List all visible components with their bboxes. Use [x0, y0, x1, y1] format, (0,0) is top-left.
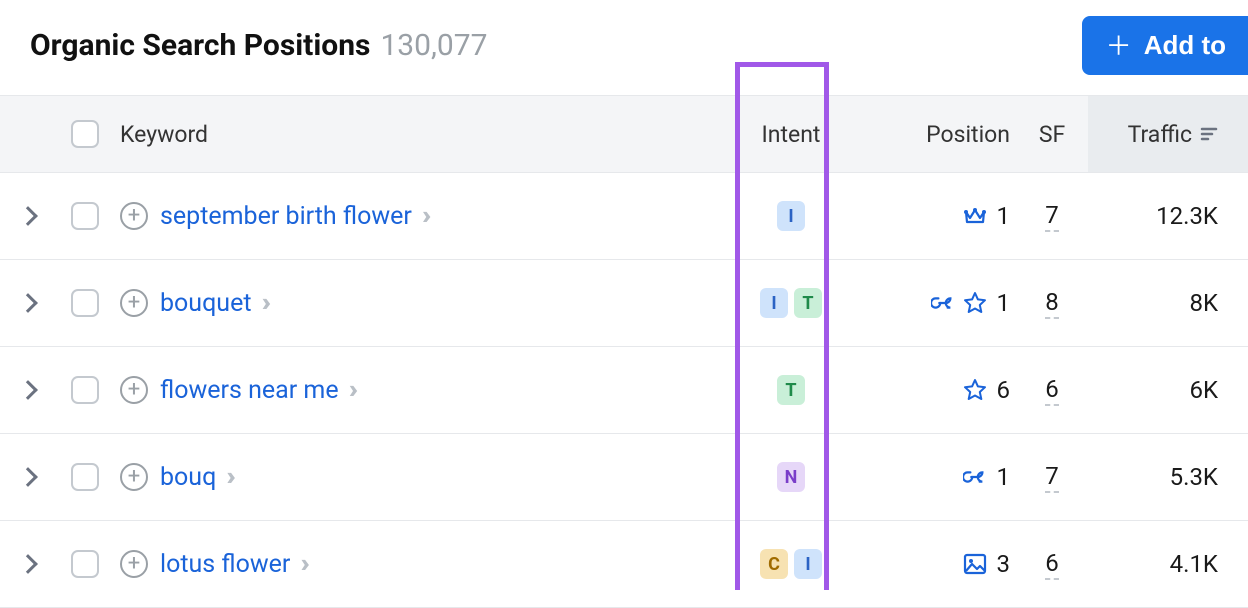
crown-icon[interactable]: [963, 204, 987, 228]
image-icon[interactable]: [963, 552, 987, 576]
plus-icon: ＋: [1106, 33, 1132, 59]
sf-value[interactable]: 6: [1045, 549, 1059, 580]
traffic-value: 4.1K: [1170, 550, 1218, 578]
keyword-menu-icon[interactable]: ››: [349, 375, 353, 405]
intent-badge-i[interactable]: I: [777, 201, 805, 231]
keyword-link[interactable]: bouq: [160, 463, 216, 492]
keyword-menu-icon[interactable]: ››: [422, 201, 426, 231]
intent-badge-t[interactable]: T: [777, 375, 805, 405]
add-keyword-icon[interactable]: +: [120, 376, 148, 404]
select-all-checkbox[interactable]: [71, 120, 99, 148]
traffic-value: 5.3K: [1170, 463, 1218, 491]
column-intent[interactable]: Intent: [736, 121, 846, 148]
column-traffic[interactable]: Traffic: [1088, 96, 1248, 172]
keyword-link[interactable]: lotus flower: [160, 550, 290, 579]
intent-badge-c[interactable]: C: [760, 549, 788, 579]
expand-row-icon[interactable]: [18, 467, 38, 487]
add-keyword-icon[interactable]: +: [120, 289, 148, 317]
page-title: Organic Search Positions: [30, 28, 370, 63]
sf-value[interactable]: 7: [1045, 462, 1059, 493]
sf-value[interactable]: 6: [1045, 375, 1059, 406]
keyword-menu-icon[interactable]: ››: [300, 549, 304, 579]
positions-table: Keyword Intent Position SF Traffic + sep…: [0, 95, 1248, 608]
traffic-value: 8K: [1189, 289, 1218, 317]
position-value: 6: [997, 376, 1011, 404]
column-sf[interactable]: SF: [1016, 121, 1088, 148]
page-title-wrap: Organic Search Positions 130,077: [30, 28, 488, 63]
star-icon[interactable]: [963, 378, 987, 402]
traffic-value: 12.3K: [1156, 202, 1218, 230]
serp-feature-icons: [963, 204, 987, 228]
intent-badges: N: [777, 462, 805, 492]
table-row: + bouquet ›› IT 1 8 8K: [0, 260, 1248, 347]
add-to-button[interactable]: ＋ Add to: [1082, 16, 1248, 75]
sf-value[interactable]: 7: [1045, 201, 1059, 232]
expand-row-icon[interactable]: [18, 380, 38, 400]
add-keyword-icon[interactable]: +: [120, 202, 148, 230]
column-position[interactable]: Position: [846, 121, 1016, 148]
intent-badge-n[interactable]: N: [777, 462, 805, 492]
traffic-value: 6K: [1189, 376, 1218, 404]
position-value: 1: [997, 463, 1011, 491]
link-icon[interactable]: [931, 291, 955, 315]
table-row: + bouq ›› N 1 7 5.3K: [0, 434, 1248, 521]
intent-badge-i[interactable]: I: [794, 549, 822, 579]
intent-badges: T: [777, 375, 805, 405]
expand-row-icon[interactable]: [18, 206, 38, 226]
keyword-link[interactable]: flowers near me: [160, 376, 339, 405]
position-value: 3: [997, 550, 1011, 578]
star-icon[interactable]: [963, 291, 987, 315]
keyword-link[interactable]: september birth flower: [160, 202, 412, 231]
expand-row-icon[interactable]: [18, 554, 38, 574]
table-row: + lotus flower ›› CI 3 6 4.1K: [0, 521, 1248, 608]
intent-badge-i[interactable]: I: [760, 288, 788, 318]
intent-badges: CI: [760, 549, 822, 579]
position-value: 1: [997, 202, 1011, 230]
expand-row-icon[interactable]: [18, 293, 38, 313]
intent-badges: I: [777, 201, 805, 231]
intent-badges: IT: [760, 288, 822, 318]
table-row: + flowers near me ›› T 6 6 6K: [0, 347, 1248, 434]
column-keyword[interactable]: Keyword: [114, 121, 736, 148]
results-count: 130,077: [380, 28, 487, 63]
add-to-label: Add to: [1144, 30, 1226, 61]
add-keyword-icon[interactable]: +: [120, 550, 148, 578]
intent-badge-t[interactable]: T: [794, 288, 822, 318]
serp-feature-icons: [963, 552, 987, 576]
row-checkbox[interactable]: [71, 289, 99, 317]
link-icon[interactable]: [963, 465, 987, 489]
row-checkbox[interactable]: [71, 202, 99, 230]
keyword-link[interactable]: bouquet: [160, 289, 252, 318]
serp-feature-icons: [963, 378, 987, 402]
serp-feature-icons: [931, 291, 987, 315]
table-header-row: Keyword Intent Position SF Traffic: [0, 95, 1248, 173]
row-checkbox[interactable]: [71, 463, 99, 491]
table-row: + september birth flower ›› I 1 7 12.3K: [0, 173, 1248, 260]
position-value: 1: [997, 289, 1011, 317]
keyword-menu-icon[interactable]: ››: [262, 288, 266, 318]
sort-desc-icon: [1200, 126, 1218, 142]
row-checkbox[interactable]: [71, 376, 99, 404]
serp-feature-icons: [963, 465, 987, 489]
keyword-menu-icon[interactable]: ››: [226, 462, 230, 492]
row-checkbox[interactable]: [71, 550, 99, 578]
sf-value[interactable]: 8: [1045, 288, 1059, 319]
add-keyword-icon[interactable]: +: [120, 463, 148, 491]
